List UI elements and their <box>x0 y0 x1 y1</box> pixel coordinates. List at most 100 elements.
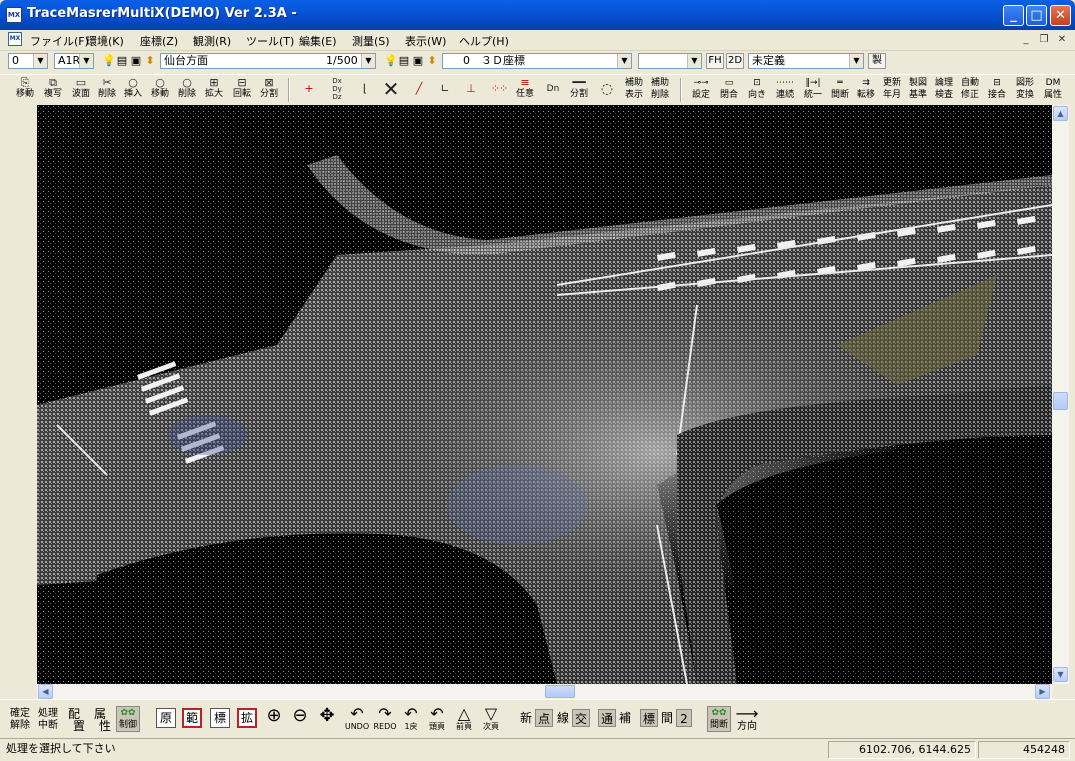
control-button[interactable]: ✿✿ 制御 <box>116 706 140 732</box>
lock-icon[interactable]: ▣ <box>130 55 142 67</box>
process-stop-button[interactable]: 処理 中断 <box>36 708 60 732</box>
first-page-button[interactable]: ↶ 頭頁 <box>425 706 449 732</box>
2d-button[interactable]: 2D <box>726 53 744 69</box>
close-button[interactable]: ✕ <box>1050 5 1071 26</box>
mode-2[interactable]: 2 <box>676 709 692 727</box>
standard-button[interactable]: 標 <box>210 708 230 728</box>
right-angle-button[interactable]: ∟ <box>432 77 458 103</box>
perpendicular-button[interactable]: ⊥ <box>458 77 484 103</box>
mode-new[interactable]: 新 <box>518 709 534 727</box>
update-date-button[interactable]: 更新 年月 <box>880 77 904 103</box>
fh-button[interactable]: FH <box>706 53 724 69</box>
scroll-left-button[interactable]: ◀ <box>38 684 53 699</box>
layer-name-select[interactable]: 仙台方面 1/500 ▼ <box>160 53 376 69</box>
aux-show-button[interactable]: 補助 表示 <box>622 77 646 103</box>
attribute-button[interactable]: 属性 <box>88 708 112 732</box>
point-move-tool-button[interactable]: ○ 移動 <box>147 77 173 103</box>
undo-button[interactable]: ↶ UNDO <box>344 706 370 732</box>
enlarge-button[interactable]: 拡 <box>237 708 257 728</box>
layer-number-select[interactable]: 0 ▼ <box>8 53 48 69</box>
point-cloud-canvas[interactable] <box>37 105 1052 684</box>
direction-button[interactable]: ⊡ 向き <box>744 77 770 103</box>
aux-delete-button[interactable]: 補助 削除 <box>648 77 672 103</box>
mode-standard[interactable]: 標 <box>640 709 658 727</box>
zoom-out-button[interactable]: ⊖ <box>289 707 311 725</box>
menu-help[interactable]: ヘルプ(H) <box>459 33 509 49</box>
coordinate-layer-select[interactable]: 0 ３Ｄ座標 ▼ <box>442 53 632 69</box>
updown-icon[interactable]: ⬍ <box>144 55 156 67</box>
empty-select[interactable]: ▼ <box>638 53 702 69</box>
mdi-close-button[interactable]: ✕ <box>1054 33 1070 47</box>
chevron-down-icon[interactable]: ▼ <box>33 54 47 68</box>
placement-button[interactable]: 配置 <box>62 708 86 732</box>
point-add-button[interactable]: + <box>296 77 322 103</box>
scroll-down-button[interactable]: ▼ <box>1053 667 1068 682</box>
horizontal-scroll-thumb[interactable] <box>545 685 575 698</box>
mode-line[interactable]: 線 <box>555 709 571 727</box>
lightbulb-icon[interactable]: 💡 <box>384 55 398 67</box>
mdi-minimize-button[interactable]: _ <box>1018 33 1034 47</box>
menu-survey[interactable]: 測量(S) <box>352 33 390 49</box>
scroll-up-button[interactable]: ▲ <box>1053 106 1068 121</box>
menu-tools[interactable]: ツール(T) <box>246 33 294 49</box>
arbitrary-button[interactable]: ≡ 任意 <box>512 77 538 103</box>
delete-tool-button[interactable]: ✂ 削除 <box>94 77 120 103</box>
expand-tool-button[interactable]: ⊞ 拡大 <box>201 77 227 103</box>
vertical-scrollbar[interactable]: ▲ ▼ <box>1052 105 1069 684</box>
direction-button[interactable]: ⟶ 方向 <box>734 706 760 732</box>
maximize-button[interactable]: □ <box>1026 5 1047 26</box>
cross-button[interactable]: ✕ <box>378 77 404 103</box>
diagonal-button[interactable]: ╱ <box>406 77 432 103</box>
title-bar[interactable]: MX TraceMasrerMultiX(DEMO) Ver 2.3A - _ … <box>0 0 1075 30</box>
redo-button[interactable]: ↷ REDO <box>372 706 398 732</box>
join-button[interactable]: ⊟ 接合 <box>984 77 1010 103</box>
vertical-scroll-thumb[interactable] <box>1053 392 1068 410</box>
horizontal-scrollbar[interactable]: ◀ ▶ <box>37 684 1052 699</box>
layer-code-select[interactable]: A1R ▼ <box>54 53 94 69</box>
scroll-right-button[interactable]: ▶ <box>1035 684 1050 699</box>
app-icon[interactable]: MX <box>6 7 22 23</box>
chevron-down-icon[interactable]: ▼ <box>79 54 93 68</box>
auto-fix-button[interactable]: 自動 修正 <box>958 77 982 103</box>
dxdy-button[interactable]: Dx Dy Dz <box>324 77 350 103</box>
confirm-cancel-button[interactable]: 確定 解除 <box>8 708 32 732</box>
shape-convert-button[interactable]: 図形 変換 <box>1012 77 1038 103</box>
split-tool-button[interactable]: ⊠ 分割 <box>256 77 282 103</box>
dm-attribute-button[interactable]: DM 属性 <box>1040 77 1066 103</box>
next-page-button[interactable]: ▽ 次頁 <box>479 706 503 732</box>
mode-aux[interactable]: 補 <box>617 709 633 727</box>
point-delete-tool-button[interactable]: ○ 削除 <box>174 77 200 103</box>
attribute-select[interactable]: 未定義 ▼ <box>748 53 864 69</box>
range-button[interactable]: 範 <box>182 708 202 728</box>
prev-page-button[interactable]: △ 前頁 <box>452 706 476 732</box>
printer-icon[interactable]: ▤ <box>398 55 410 67</box>
distance-button[interactable]: Dn <box>540 77 566 103</box>
back-one-button[interactable]: ↶ 1戻 <box>400 706 422 732</box>
continuous-button[interactable]: ⋯⋯ 連続 <box>772 77 798 103</box>
line-split-button[interactable]: ━━ 分割 <box>566 77 592 103</box>
pan-button[interactable]: ✥ <box>316 707 338 725</box>
chevron-down-icon[interactable]: ▼ <box>687 54 701 68</box>
zoom-in-button[interactable]: ⊕ <box>263 707 285 725</box>
chevron-down-icon[interactable]: ▼ <box>361 54 375 68</box>
original-button[interactable]: 原 <box>156 708 176 728</box>
move-tool-button[interactable]: ⎘ 移動 <box>12 77 38 103</box>
make-button[interactable]: 製 <box>868 53 886 69</box>
close-polygon-button[interactable]: ▭ 閉合 <box>716 77 742 103</box>
grid-points-button[interactable]: ⁘⁘ <box>486 77 512 103</box>
rotate-tool-button[interactable]: ⊟ 回転 <box>229 77 255 103</box>
menu-edit[interactable]: 編集(E) <box>299 33 337 49</box>
mode-point[interactable]: 点 <box>535 709 553 727</box>
lightbulb-icon[interactable]: 💡 <box>102 55 116 67</box>
logic-check-button[interactable]: 論理 検査 <box>932 77 956 103</box>
menu-view[interactable]: 表示(W) <box>405 33 446 49</box>
circle-tool-button[interactable]: ◌ <box>594 77 620 103</box>
menu-coordinates[interactable]: 座標(Z) <box>140 33 178 49</box>
gap-button[interactable]: ✿✿ 間断 <box>707 706 731 732</box>
mdi-restore-button[interactable]: ❐ <box>1036 33 1052 47</box>
mode-pass[interactable]: 通 <box>598 709 616 727</box>
unify-button[interactable]: ‖→| 統一 <box>800 77 826 103</box>
mode-intersect[interactable]: 交 <box>572 709 590 727</box>
drafting-standard-button[interactable]: 製図 基準 <box>906 77 930 103</box>
minimize-button[interactable]: _ <box>1003 5 1024 26</box>
